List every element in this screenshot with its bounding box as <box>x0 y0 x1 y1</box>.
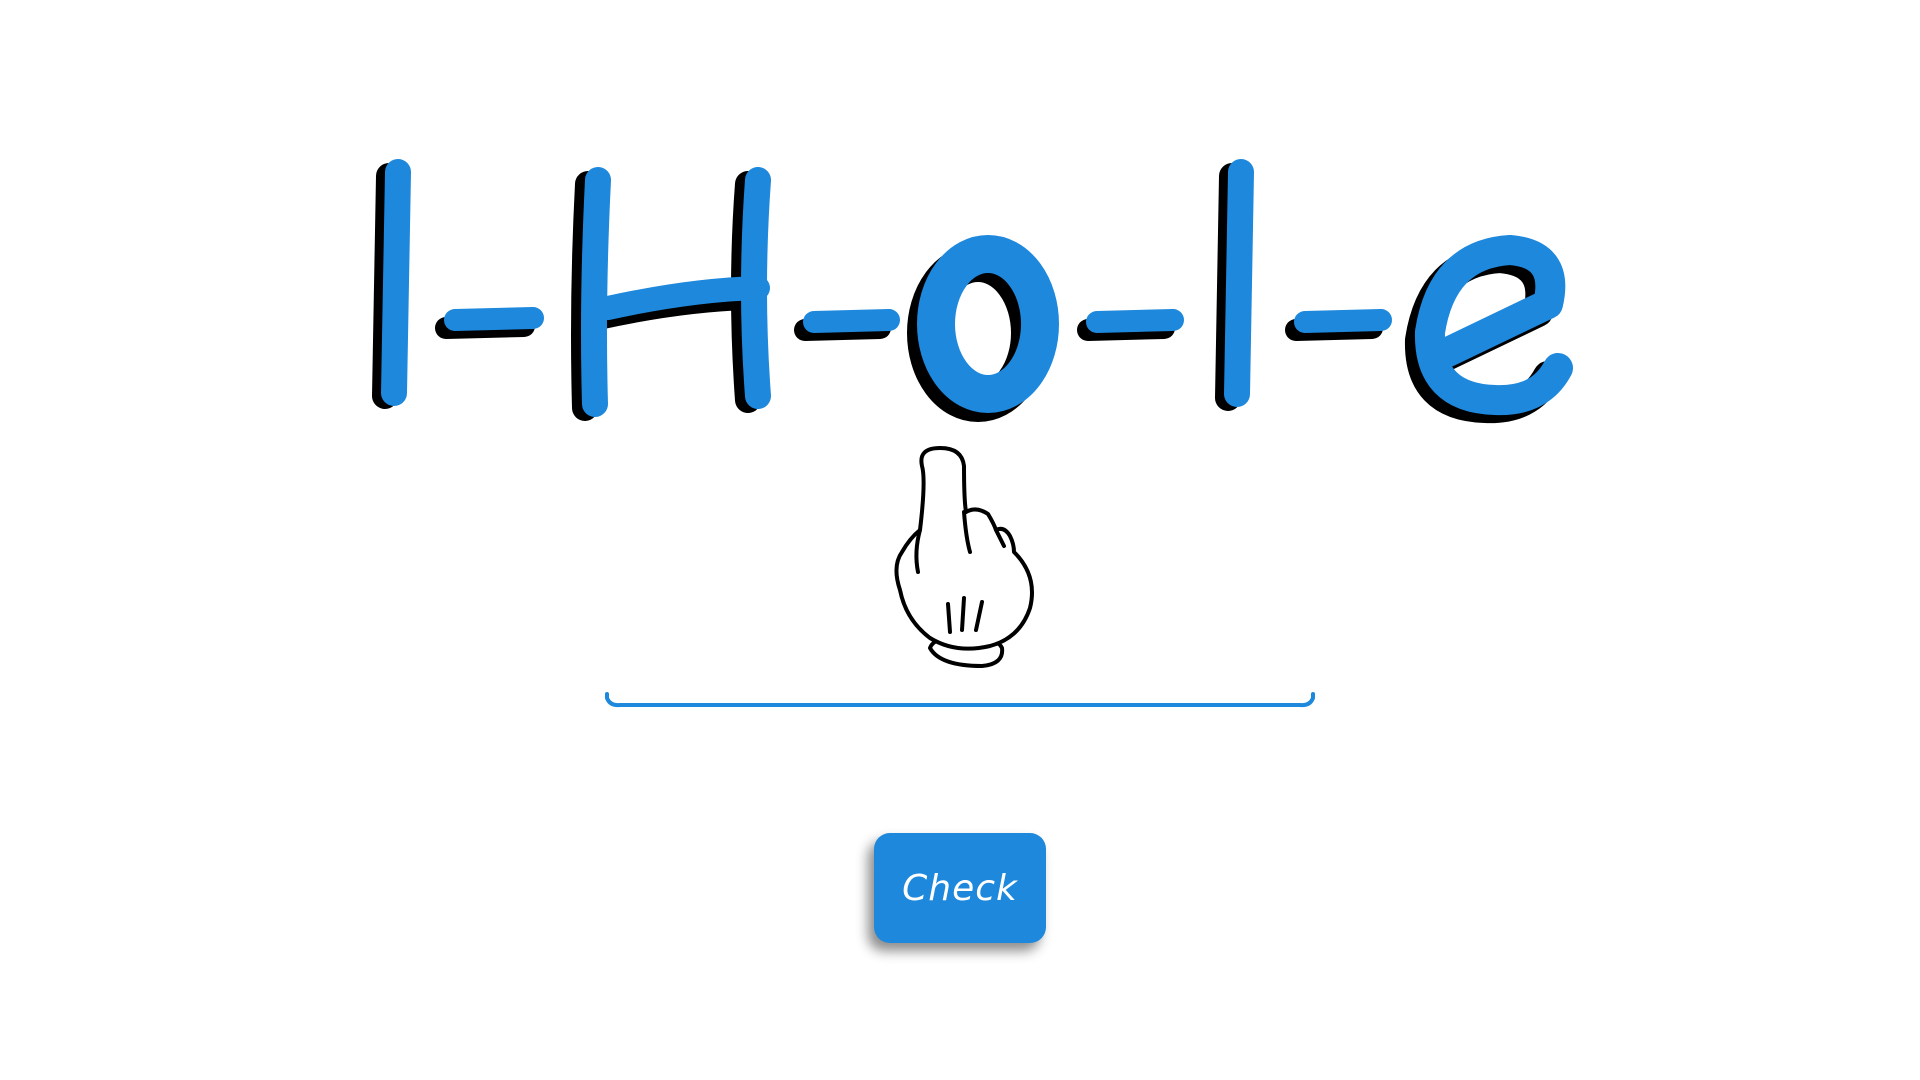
puzzle-letter-2 <box>571 167 771 421</box>
puzzle-letter-5 <box>1404 235 1573 424</box>
check-button-label: Check <box>902 867 1018 909</box>
game-stage: Check <box>0 0 1920 1080</box>
puzzle-separator-1 <box>435 307 544 339</box>
puzzle-letter-1 <box>372 159 411 409</box>
puzzle-separator-2 <box>794 309 900 341</box>
check-button[interactable]: Check <box>874 833 1046 943</box>
puzzle-letter-3 <box>907 235 1059 422</box>
pointing-hand-icon[interactable] <box>894 446 1034 668</box>
puzzle-separator-3 <box>1077 309 1184 341</box>
puzzle-letter-4 <box>1215 159 1254 411</box>
puzzle-separator-4 <box>1285 309 1392 341</box>
answer-input[interactable] <box>604 690 1316 708</box>
